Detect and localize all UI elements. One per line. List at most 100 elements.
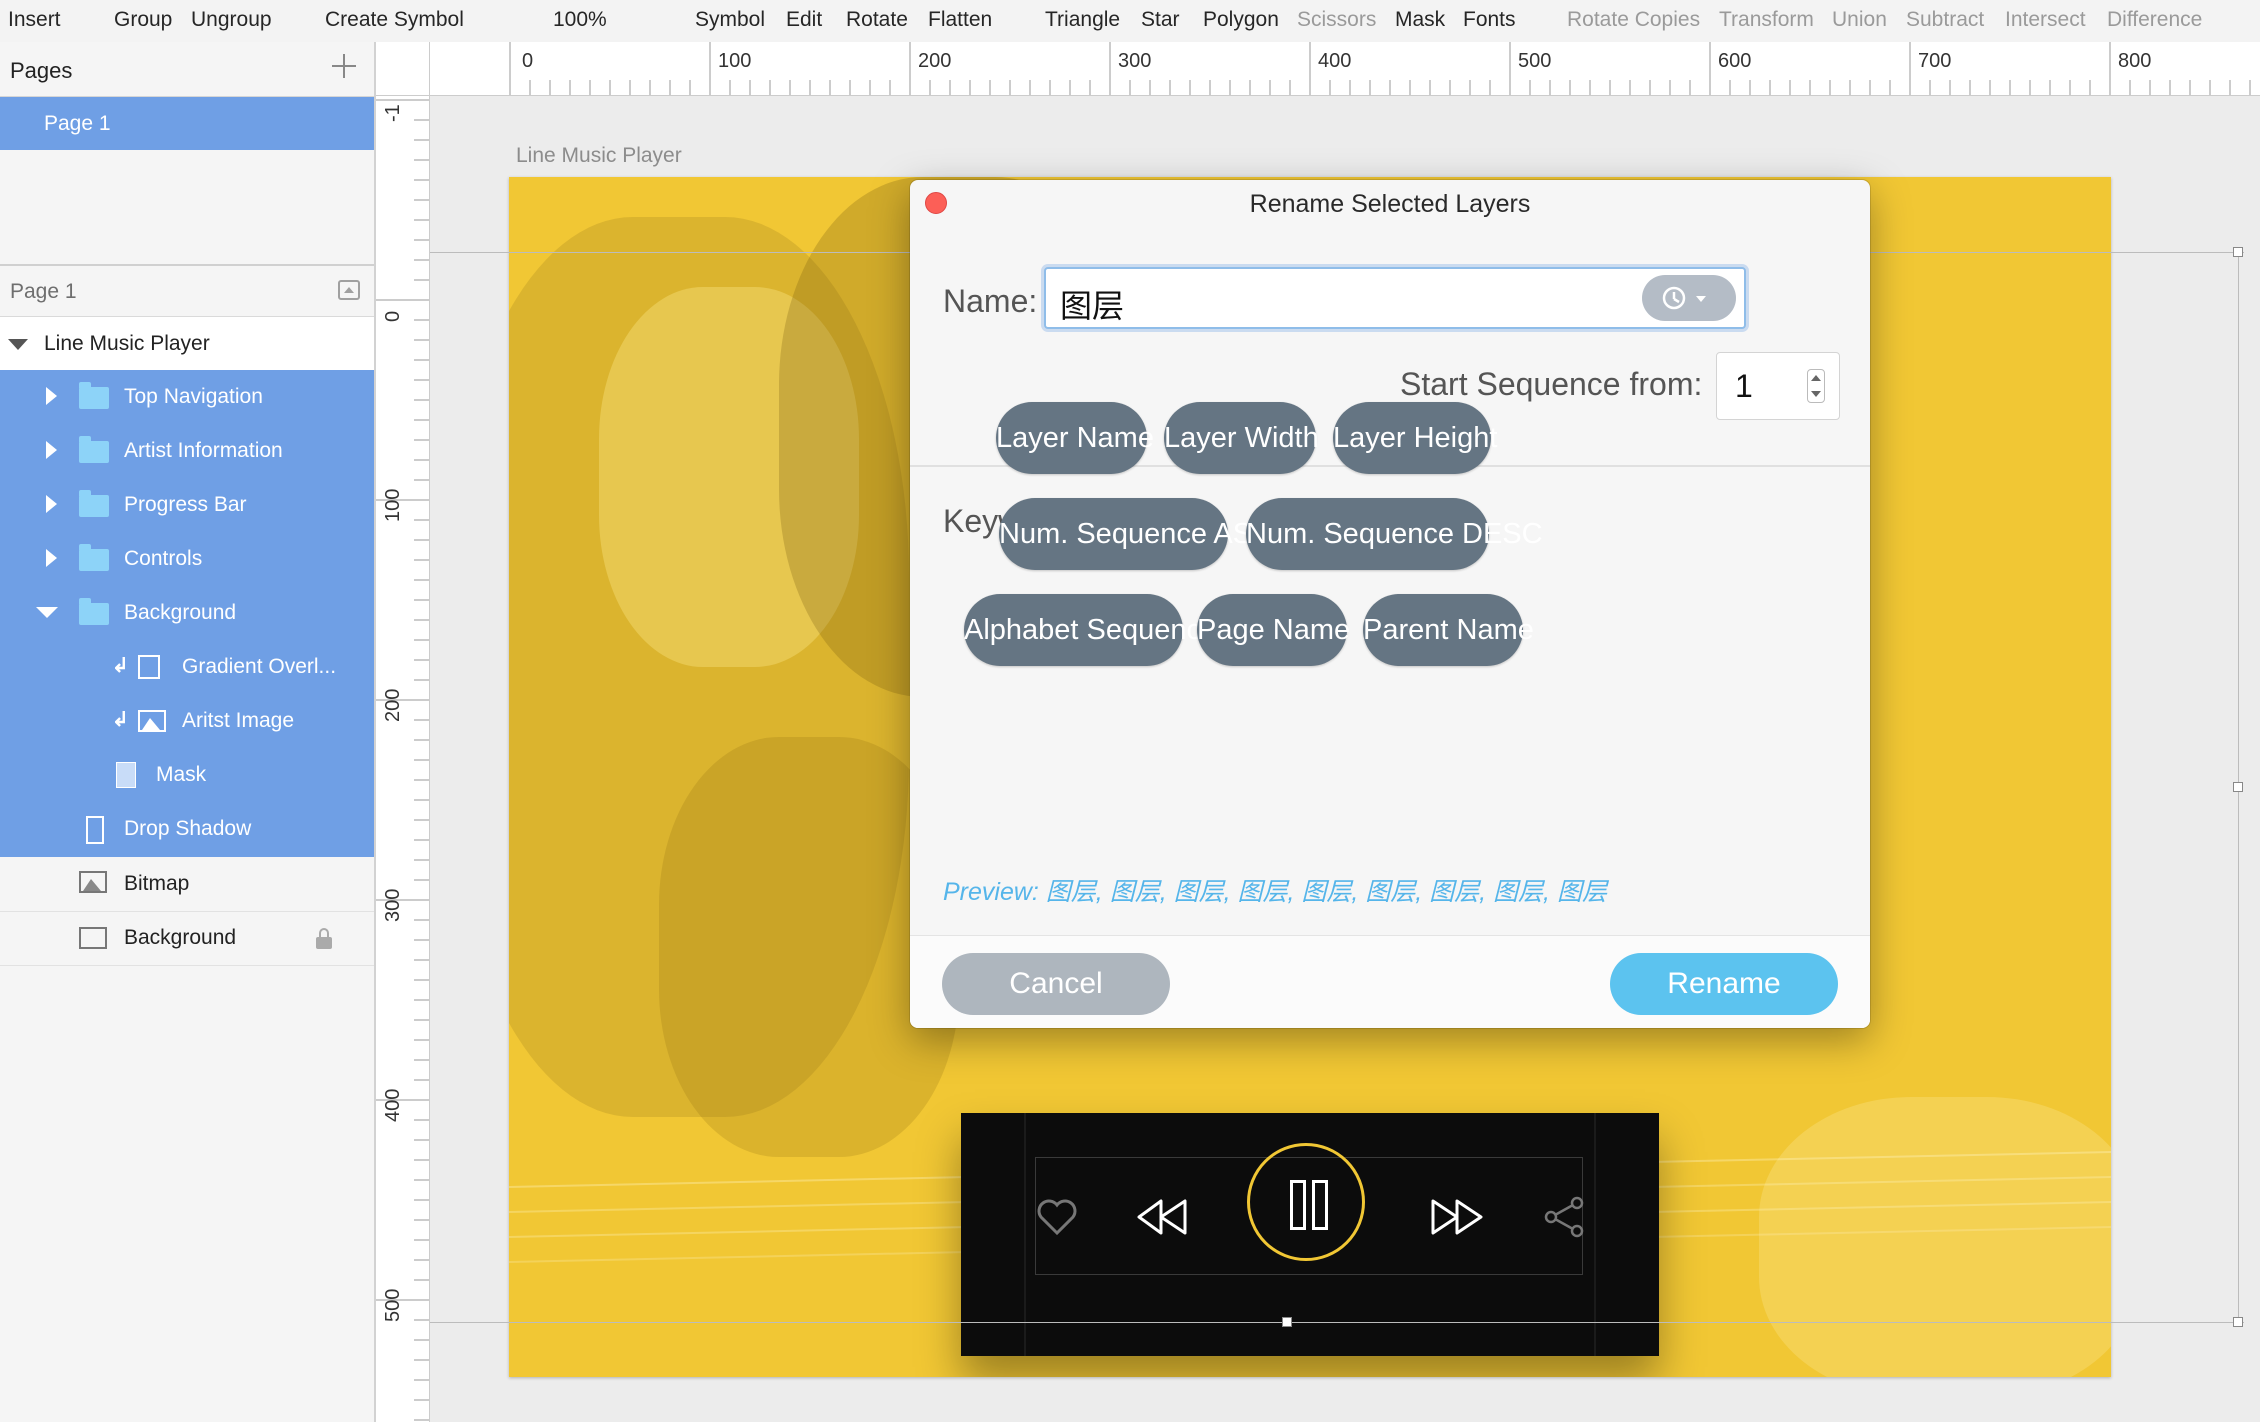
layer-row-background-group[interactable]: Background [0,586,374,640]
layer-row-label: Controls [124,547,203,570]
layer-row-background[interactable]: Background [0,911,374,965]
name-input[interactable]: 图层 [1044,267,1746,329]
layer-row-bitmap[interactable]: Bitmap [0,857,374,911]
resize-handle[interactable] [2233,1317,2243,1327]
keyword-layer-height-button[interactable]: Layer Height [1333,402,1497,474]
layer-row-top-navigation[interactable]: Top Navigation [0,370,374,424]
symbol-button[interactable]: Symbol [695,8,765,32]
layer-row-drop-shadow[interactable]: Drop Shadow [0,802,374,856]
ruler-label: 500 [1518,50,1552,72]
ruler-label: 800 [2118,50,2152,72]
history-dropdown-button[interactable] [1642,275,1736,321]
resize-handle[interactable] [1282,1317,1292,1327]
dialog-title: Rename Selected Layers [1249,190,1531,218]
fast-forward-icon[interactable] [1429,1197,1485,1237]
keyword-layer-name-button[interactable]: Layer Name [996,402,1154,474]
layer-row-progress-bar[interactable]: Progress Bar [0,478,374,532]
disclosure-down-icon[interactable] [8,339,28,350]
resize-handle[interactable] [2233,782,2243,792]
layer-row-gradient-overlay[interactable]: ↲ Gradient Overl... [0,640,374,694]
page-list-item[interactable]: Page 1 [0,97,374,150]
clipped-arrow-icon: ↲ [112,655,129,677]
keyword-layer-width-button[interactable]: Layer Width [1164,402,1319,474]
lock-icon[interactable] [316,928,332,949]
horizontal-ruler[interactable]: 0 100 200 300 400 500 600 700 800 [430,42,2260,96]
name-input-value: 图层 [1060,288,1125,324]
pause-button[interactable] [1247,1143,1365,1261]
ruler-label: 300 [1118,50,1152,72]
layer-row-artboard[interactable]: Line Music Player [0,317,374,370]
selection-guide [430,1322,2244,1323]
layer-row-label: Bitmap [124,872,190,895]
layer-row-artist-information[interactable]: Artist Information [0,424,374,478]
layer-row-mask[interactable]: Mask [0,748,374,802]
dialog-footer: Cancel Rename [910,935,1870,1028]
disclosure-right-icon[interactable] [46,387,57,405]
rewind-icon[interactable] [1135,1197,1191,1237]
disclosure-right-icon[interactable] [46,549,57,567]
vertical-ruler[interactable]: -1 0 100 200 300 400 500 [376,96,430,1422]
resize-handle[interactable] [2233,247,2243,257]
disclosure-down-icon[interactable] [36,607,58,618]
page-list-item-label: Page 1 [44,112,111,135]
cancel-button[interactable]: Cancel [942,953,1170,1015]
pause-icon [1290,1180,1306,1230]
folder-icon [79,544,109,571]
keyword-num-sequence-desc-button[interactable]: Num. Sequence DESC [1246,498,1543,570]
rename-button[interactable]: Rename [1610,953,1838,1015]
selected-layers: Top Navigation Artist Information Progre… [0,370,374,857]
fonts-button[interactable]: Fonts [1463,8,1516,32]
disclosure-right-icon[interactable] [46,441,57,459]
zoom-level[interactable]: 100% [553,8,607,32]
ruler-label: 500 [382,1288,404,1322]
scissors-button[interactable]: Scissors [1297,8,1376,32]
ruler-label: 400 [382,1088,404,1122]
create-symbol-button[interactable]: Create Symbol [325,8,464,32]
add-page-icon[interactable] [328,50,360,82]
difference-button[interactable]: Difference [2107,8,2202,32]
layer-row-label: Mask [156,763,207,786]
edit-button[interactable]: Edit [786,8,822,32]
layers-sidebar: Pages Page 1 Page 1 Line Music Player To… [0,42,376,1422]
flatten-button[interactable]: Flatten [928,8,992,32]
star-button[interactable]: Star [1141,8,1180,32]
insert-button[interactable]: Insert [8,8,61,32]
rectangle-icon [79,927,107,949]
dialog-titlebar[interactable]: Rename Selected Layers [910,180,1870,224]
artboard-title[interactable]: Line Music Player [516,144,682,168]
heart-icon[interactable] [1035,1197,1079,1237]
group-button[interactable]: Group [114,8,172,32]
rename-layers-dialog: Rename Selected Layers Name: 图层 Start Se… [910,180,1870,1028]
player-controls-card[interactable] [961,1113,1659,1356]
subtract-button[interactable]: Subtract [1906,8,1984,32]
stepper-icon[interactable] [1807,369,1825,403]
keyword-alphabet-sequence-button[interactable]: Alphabet Sequence [964,594,1217,666]
start-sequence-field[interactable]: 1 [1716,352,1840,420]
layer-row-label: Gradient Overl... [182,655,337,678]
keyword-parent-name-button[interactable]: Parent Name [1363,594,1534,666]
keyword-num-sequence-asc-button[interactable]: Num. Sequence ASC [999,498,1273,570]
share-icon[interactable] [1543,1195,1587,1239]
image-icon [138,710,166,732]
collapse-pages-icon[interactable] [338,280,360,300]
ruler-label: 0 [522,50,534,72]
union-button[interactable]: Union [1832,8,1887,32]
transform-button[interactable]: Transform [1719,8,1814,32]
layer-row-controls[interactable]: Controls [0,532,374,586]
ruler-label: 0 [382,310,404,322]
rotate-copies-button[interactable]: Rotate Copies [1567,8,1700,32]
mask-icon [116,762,136,788]
ruler-label: 300 [382,888,404,922]
keyword-page-name-button[interactable]: Page Name [1197,594,1350,666]
ruler-ticks [376,99,429,1421]
rotate-button[interactable]: Rotate [846,8,908,32]
mask-button[interactable]: Mask [1395,8,1445,32]
triangle-button[interactable]: Triangle [1045,8,1120,32]
ungroup-button[interactable]: Ungroup [191,8,272,32]
image-icon [79,871,107,893]
layer-row-artist-image[interactable]: ↲ Aritst Image [0,694,374,748]
disclosure-right-icon[interactable] [46,495,57,513]
intersect-button[interactable]: Intersect [2005,8,2086,32]
polygon-button[interactable]: Polygon [1203,8,1279,32]
layer-row-label: Aritst Image [182,709,295,732]
